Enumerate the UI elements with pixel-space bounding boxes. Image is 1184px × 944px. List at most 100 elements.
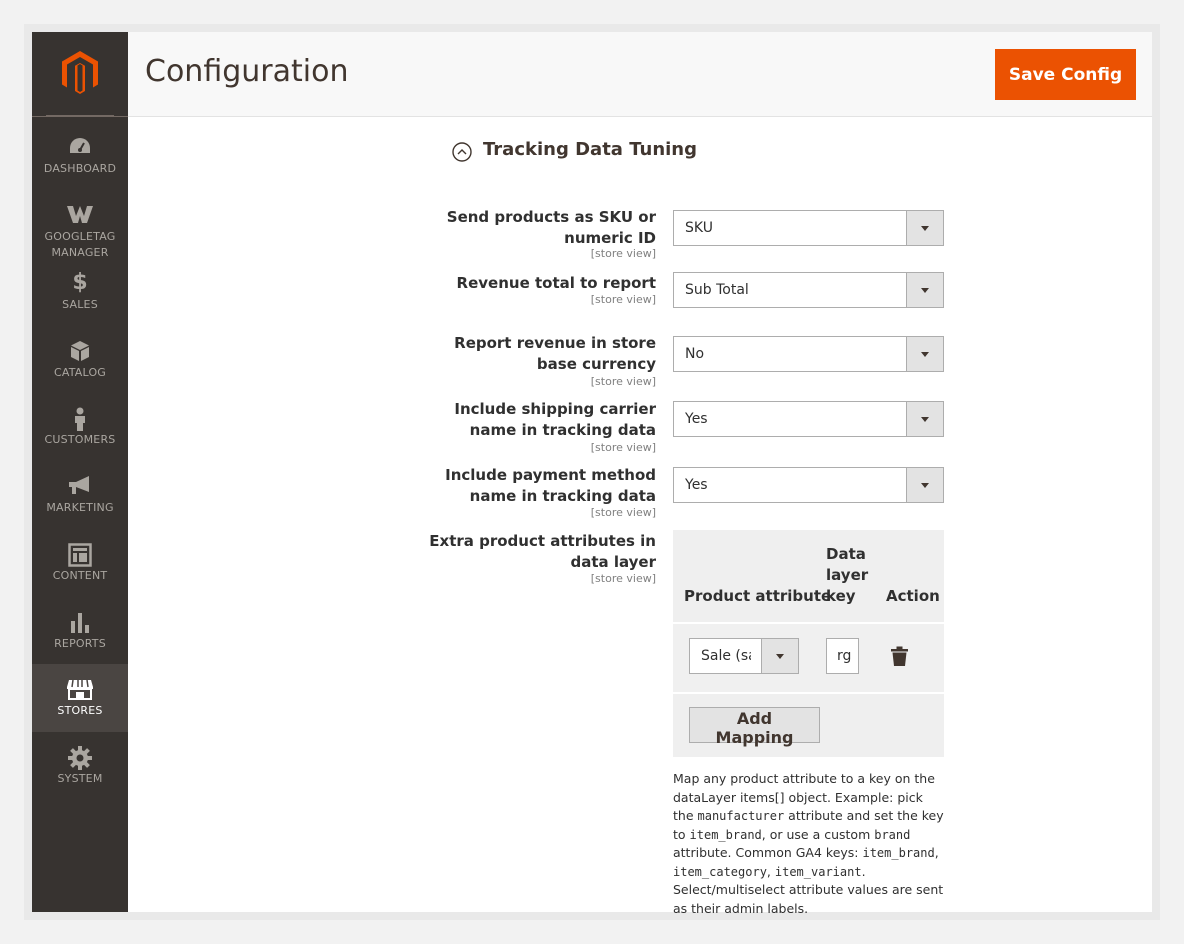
- megaphone-icon: [69, 476, 89, 494]
- label-line: name in tracking data: [469, 487, 656, 505]
- chevron-down-icon: [906, 337, 943, 371]
- logo[interactable]: [32, 32, 128, 117]
- section-title[interactable]: Tracking Data Tuning: [483, 139, 697, 160]
- nav-googletag-manager[interactable]: GOOGLETAG MANAGER: [32, 196, 128, 260]
- header-line: layer: [826, 566, 869, 584]
- nav-dashboard[interactable]: DASHBOARD: [32, 128, 128, 196]
- label-line: Revenue total to report: [456, 274, 656, 292]
- nav-stores[interactable]: STORES: [32, 664, 128, 732]
- field-label: Revenue total to report: [376, 273, 656, 294]
- scope-label: [store view]: [590, 293, 656, 306]
- chevron-down-icon: [906, 211, 943, 245]
- note-text: attribute. Common GA4 keys:: [673, 845, 863, 860]
- nav-label: CONTENT: [52, 569, 108, 582]
- cube-icon: [71, 341, 89, 361]
- nav-marketing[interactable]: MARKETING: [32, 467, 128, 535]
- field-note: Map any product attribute to a key on th…: [673, 770, 945, 918]
- chevron-down-icon: [906, 468, 943, 502]
- label-line: Send products as SKU or: [446, 208, 656, 226]
- nav-label: CUSTOMERS: [44, 433, 116, 446]
- main-content: Configuration Save Config Tracking Data …: [128, 32, 1152, 916]
- label-line: Include shipping carrier: [454, 400, 656, 418]
- scope-label: [store view]: [590, 506, 656, 519]
- column-header-attribute: Product attribute: [684, 587, 832, 605]
- select-value: No: [685, 346, 705, 362]
- field-label: Include payment method name in tracking …: [376, 465, 656, 507]
- nav-system[interactable]: SYSTEM: [32, 738, 128, 806]
- nav-label: DASHBOARD: [43, 162, 117, 175]
- add-mapping-button[interactable]: Add Mapping: [689, 707, 820, 747]
- nav-customers[interactable]: CUSTOMERS: [32, 399, 128, 467]
- chevron-down-icon: [906, 273, 943, 307]
- nav-content[interactable]: CONTENT: [32, 535, 128, 603]
- field-label: Extra product attributes in data layer: [376, 531, 656, 573]
- label-line: data layer: [570, 553, 656, 571]
- nav-catalog[interactable]: CATALOG: [32, 332, 128, 400]
- shipping-carrier-select[interactable]: Yes: [673, 401, 944, 437]
- chevron-down-icon: [761, 639, 798, 673]
- storefront-icon: [67, 679, 93, 700]
- note-code: manufacturer: [697, 809, 785, 823]
- select-value: Yes: [685, 477, 708, 493]
- sku-or-id-select[interactable]: SKU: [673, 210, 944, 246]
- note-text: , or use a custom: [761, 826, 875, 842]
- chevron-down-icon: [906, 402, 943, 436]
- note-code: item_variant: [774, 864, 862, 879]
- attribute-mapping-table: Product attribute Data layer key Action …: [673, 530, 944, 757]
- nav-label: SYSTEM: [57, 772, 103, 785]
- select-value: Sale (sa: [701, 648, 751, 664]
- base-currency-select[interactable]: No: [673, 336, 944, 372]
- label-line: Include payment method: [445, 466, 656, 484]
- label-line: base currency: [536, 355, 656, 373]
- page-header: Configuration Save Config: [128, 32, 1152, 117]
- trash-icon[interactable]: [891, 646, 908, 666]
- nav-label: SALES: [62, 298, 98, 311]
- nav-label: STORES: [57, 704, 103, 717]
- layout-icon: [68, 543, 92, 567]
- data-layer-key-input[interactable]: rg: [826, 638, 859, 674]
- scope-label: [store view]: [590, 375, 656, 388]
- scope-label: [store view]: [590, 247, 656, 260]
- field-label: Send products as SKU or numeric ID: [376, 207, 656, 249]
- label-line: numeric ID: [564, 229, 656, 247]
- column-header-action: Action: [886, 587, 940, 605]
- note-code: item_brand: [862, 846, 935, 860]
- nav-label: REPORTS: [54, 637, 106, 650]
- column-header-key: Data layer key: [826, 544, 868, 607]
- field-label: Report revenue in store base currency: [376, 333, 656, 375]
- note-text: ,: [766, 863, 775, 879]
- header-line: key: [826, 587, 856, 605]
- note-code: item_category: [673, 864, 767, 879]
- dollar-icon: $: [72, 270, 88, 295]
- note-code: brand: [874, 827, 911, 842]
- nav-reports[interactable]: REPORTS: [32, 603, 128, 671]
- note-code: item_brand: [689, 827, 762, 842]
- sidebar-divider: [46, 115, 114, 116]
- table-row: Sale (sa rg: [673, 622, 944, 694]
- note-text: ,: [934, 845, 939, 860]
- admin-sidebar: DASHBOARD GOOGLETAG MANAGER $ SALES CATA…: [32, 32, 128, 912]
- save-config-button[interactable]: Save Config: [995, 49, 1136, 100]
- nav-label: CATALOG: [53, 366, 107, 379]
- header-line: Data: [826, 545, 866, 563]
- dashboard-icon: [70, 138, 90, 153]
- label-line: name in tracking data: [469, 421, 656, 439]
- attribute-select[interactable]: Sale (sa: [689, 638, 799, 674]
- collapse-icon[interactable]: [452, 142, 472, 162]
- nav-label: GOOGLETAG MANAGER: [44, 230, 116, 259]
- nav-label: MARKETING: [46, 501, 114, 514]
- person-icon: [75, 407, 85, 431]
- payment-method-select[interactable]: Yes: [673, 467, 944, 503]
- gear-icon: [68, 746, 92, 770]
- revenue-total-select[interactable]: Sub Total: [673, 272, 944, 308]
- field-label: Include shipping carrier name in trackin…: [376, 399, 656, 441]
- scope-label: [store view]: [590, 572, 656, 585]
- nav-sales[interactable]: $ SALES: [32, 264, 128, 332]
- label-line: Report revenue in store: [454, 334, 656, 352]
- googletag-icon: [67, 206, 93, 223]
- bar-chart-icon: [71, 613, 89, 633]
- select-value: SKU: [685, 220, 713, 236]
- page-title: Configuration: [145, 54, 349, 89]
- select-value: Sub Total: [685, 282, 749, 298]
- label-line: Extra product attributes in: [429, 532, 656, 550]
